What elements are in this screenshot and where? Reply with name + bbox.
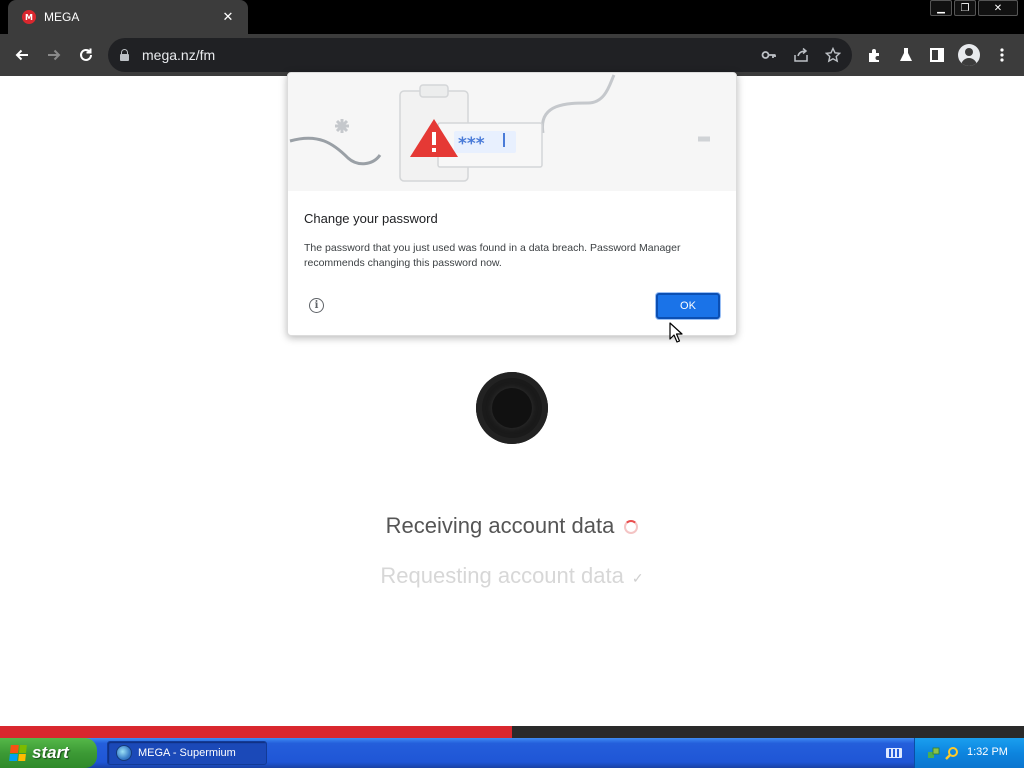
password-breach-dialog: *** Change your password The password th… xyxy=(287,72,737,336)
close-window-icon[interactable]: ✕ xyxy=(978,0,1018,16)
more-vert-icon[interactable] xyxy=(992,45,1012,65)
masked-password-text: *** xyxy=(458,134,485,154)
status-sub-text: Requesting account data xyxy=(380,563,624,588)
spinner-icon xyxy=(624,520,639,535)
lock-icon[interactable] xyxy=(120,49,129,61)
tab-title: MEGA xyxy=(44,10,80,24)
dialog-body: The password that you just used was foun… xyxy=(304,242,681,269)
password-illustration: *** xyxy=(288,73,736,191)
flask-icon[interactable] xyxy=(896,45,916,65)
ok-button[interactable]: OK xyxy=(656,293,720,319)
restore-icon[interactable]: ❐ xyxy=(954,0,976,16)
start-label: start xyxy=(32,743,69,762)
address-bar[interactable]: mega.nz/fm xyxy=(108,38,852,72)
tab-close-icon[interactable]: ✕ xyxy=(220,9,236,25)
windows-logo-icon xyxy=(9,745,27,761)
taskbar-item-label: MEGA - Supermium xyxy=(138,747,236,759)
side-panel-icon[interactable] xyxy=(927,45,947,65)
mega-loader-icon xyxy=(476,372,548,444)
start-button[interactable]: start xyxy=(0,738,97,768)
browser-app-icon xyxy=(116,745,132,761)
tab-strip: M MEGA ✕ ▁ ❐ ✕ xyxy=(0,0,1024,34)
profile-icon[interactable] xyxy=(958,44,980,66)
browser-tab[interactable]: M MEGA ✕ xyxy=(8,0,248,34)
key-icon[interactable] xyxy=(760,46,778,64)
minimize-icon[interactable]: ▁ xyxy=(930,0,952,16)
window-controls: ▁ ❐ ✕ xyxy=(930,0,1018,18)
status-main: Receiving account data xyxy=(0,513,1024,539)
extensions-icon[interactable] xyxy=(864,45,884,65)
star-icon[interactable] xyxy=(824,46,842,64)
share-icon[interactable] xyxy=(792,46,810,64)
windows-taskbar: start MEGA - Supermium 1:32 PM xyxy=(0,738,1024,768)
checkmark-icon: ✓ xyxy=(631,570,644,586)
status-main-text: Receiving account data xyxy=(385,513,615,538)
search-icon[interactable] xyxy=(945,746,959,760)
mega-favicon-icon: M xyxy=(22,10,36,24)
status-sub: Requesting account data ✓ xyxy=(0,563,1024,589)
system-tray: 1:32 PM xyxy=(914,738,1024,768)
info-icon[interactable]: i xyxy=(309,298,324,313)
loading-progress-fill xyxy=(0,726,512,738)
mouse-cursor-icon xyxy=(669,322,683,343)
network-icon[interactable] xyxy=(927,746,941,760)
back-arrow-icon[interactable] xyxy=(11,44,33,66)
taskbar-item-browser[interactable]: MEGA - Supermium xyxy=(107,741,267,765)
dialog-title: Change your password xyxy=(304,211,438,226)
clock: 1:32 PM xyxy=(967,746,1008,758)
url-text: mega.nz/fm xyxy=(142,47,216,63)
keyboard-icon[interactable] xyxy=(886,748,902,758)
browser-toolbar: mega.nz/fm xyxy=(0,34,1024,76)
forward-arrow-icon[interactable] xyxy=(43,44,65,66)
reload-icon[interactable] xyxy=(75,44,97,66)
loading-progress-bar xyxy=(0,726,1024,738)
